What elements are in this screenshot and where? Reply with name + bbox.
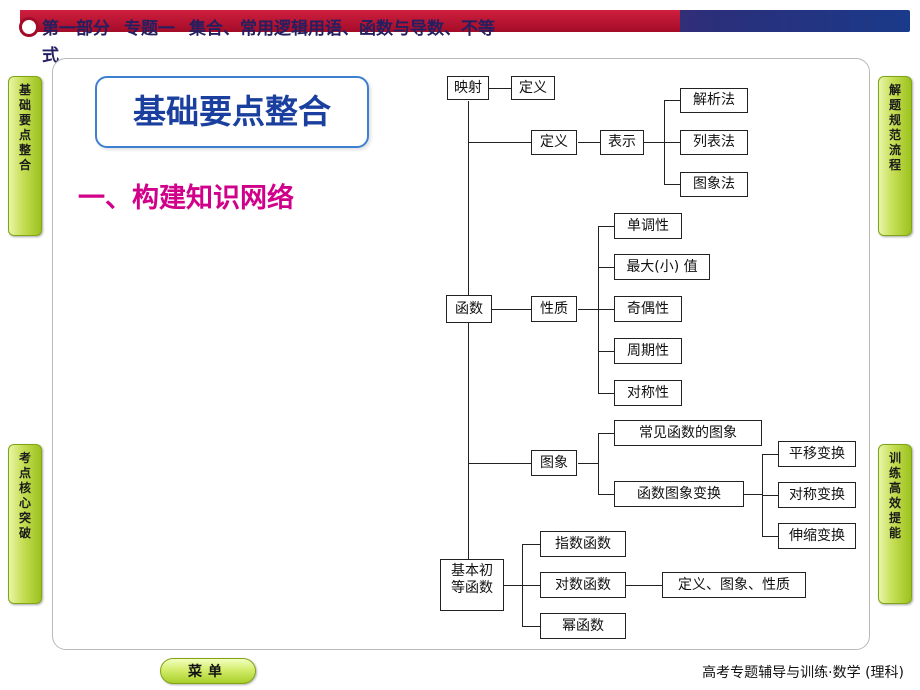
connector [598,267,614,268]
node-mapping-definition: 定义 [511,76,555,100]
connector [598,393,614,394]
connector [744,494,762,495]
tab-char: 训 [888,451,901,465]
sidebar-item-training[interactable]: 训 练 高 效 提 能 [878,444,912,604]
node-property: 性质 [531,296,577,322]
tab-char: 整 [18,143,31,157]
connector [762,454,778,455]
node-table-method: 列表法 [680,130,748,155]
node-symmetry-transform: 对称变换 [778,482,856,508]
node-function-graph-transform: 函数图象变换 [614,481,744,507]
header-bullet-icon [22,20,36,34]
connector-spine [468,101,469,579]
node-translation-transform: 平移变换 [778,441,856,467]
tab-char: 点 [18,466,31,480]
sidebar-item-exam-points[interactable]: 考 点 核 心 突 破 [8,444,42,604]
connector [644,142,664,143]
connector [626,585,662,586]
tab-char: 练 [888,466,901,480]
connector [664,100,680,101]
node-scaling-transform: 伸缩变换 [778,523,856,549]
tab-char: 解 [888,83,901,97]
tab-char: 点 [18,128,31,142]
header-topic: 专题一 [124,19,175,39]
tab-char: 核 [18,481,31,495]
node-analytic-method: 解析法 [680,88,748,113]
node-power-function: 幂函数 [540,613,626,639]
header-maintitle: 集合、常用逻辑用语、函数与导数、不等 [189,19,495,39]
slide-root: 第一部分 专题一 集合、常用逻辑用语、函数与导数、不等 式 基 础 要 点 整 合 … [0,0,920,690]
node-image: 图象 [531,450,577,476]
tab-char: 提 [888,511,901,525]
tab-char: 规 [888,113,901,127]
connector [504,585,522,586]
tab-char: 基 [18,83,31,97]
tab-char: 础 [18,98,31,112]
connector [598,309,614,310]
page-title: 基础要点整合 [133,92,331,131]
header-title: 第一部分 专题一 集合、常用逻辑用语、函数与导数、不等 [42,17,742,41]
node-label-line2: 等函数 [451,580,493,596]
node-monotonicity: 单调性 [614,213,682,239]
node-graph-method: 图象法 [680,172,748,197]
tab-char: 合 [18,158,31,172]
node-representation: 表示 [600,130,644,155]
node-max-min-value: 最大(小) 值 [614,254,710,280]
connector [762,536,778,537]
connector [522,585,540,586]
connector [489,88,511,89]
node-definition-graph-property: 定义、图象、性质 [662,572,806,598]
connector [522,544,540,545]
tab-char: 范 [888,128,901,142]
node-mapping: 映射 [447,76,489,100]
header-part: 第一部分 [42,19,110,39]
node-function: 函数 [446,295,492,323]
node-logarithmic-function: 对数函数 [540,572,626,598]
tab-char: 流 [888,143,901,157]
sidebar-item-basic-points[interactable]: 基 础 要 点 整 合 [8,76,42,236]
connector [598,226,614,227]
connector [598,433,614,434]
connector [578,142,600,143]
connector [522,626,540,627]
connector [468,142,531,143]
sidebar-item-solution-standard[interactable]: 解 题 规 范 流 程 [878,76,912,236]
tab-char: 考 [18,451,31,465]
connector [578,309,598,310]
menu-button[interactable]: 菜单 [160,658,256,684]
node-exponential-function: 指数函数 [540,531,626,557]
tab-char: 破 [18,526,31,540]
page-title-box: 基础要点整合 [95,76,369,148]
tab-char: 题 [888,98,901,112]
connector [762,495,778,496]
footer-source-text: 高考专题辅导与训练·数学 (理科) [702,665,904,681]
node-basic-elementary-functions: 基本初 等函数 [440,559,504,611]
tab-char: 心 [18,496,31,510]
tab-char: 突 [18,511,31,525]
connector [468,463,531,464]
section-subtitle: 一、构建知识网络 [78,183,294,214]
connector [598,433,599,494]
tab-char: 要 [18,113,31,127]
tab-char: 效 [888,496,901,510]
node-label-line1: 基本初 [451,563,493,579]
tab-char: 程 [888,158,901,172]
connector [598,351,614,352]
node-common-function-graphs: 常见函数的图象 [614,420,762,446]
connector [578,463,598,464]
tab-char: 高 [888,481,901,495]
connector [598,494,614,495]
node-function-definition: 定义 [531,130,577,155]
tab-char: 能 [888,526,901,540]
connector [664,142,680,143]
node-parity: 奇偶性 [614,296,682,322]
node-symmetry: 对称性 [614,380,682,406]
connector [664,184,680,185]
node-periodicity: 周期性 [614,338,682,364]
